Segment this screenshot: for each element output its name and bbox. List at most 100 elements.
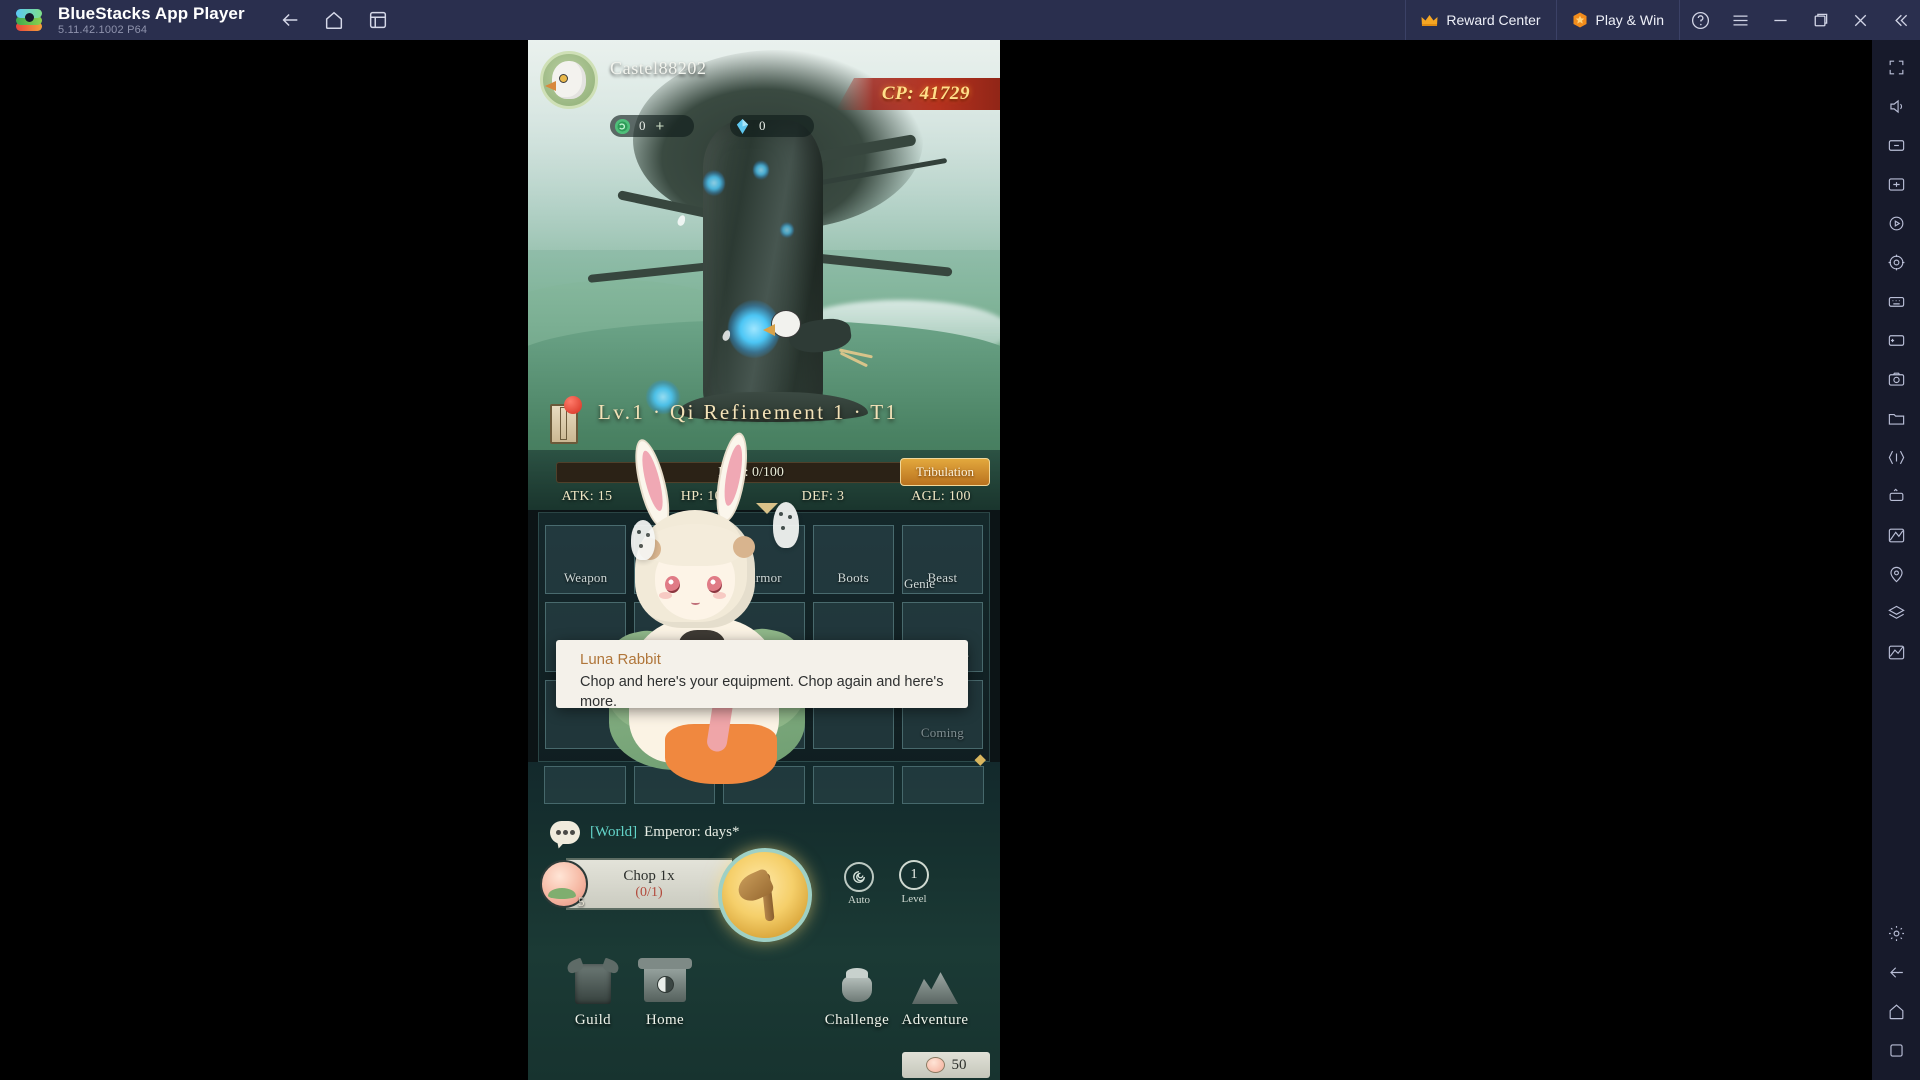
bluestacks-window: BlueStacks App Player 5.11.42.1002 P64 R… [0, 0, 1920, 1080]
sidebar-item-settings[interactable] [1876, 914, 1916, 953]
sidebar-item-multi-layer[interactable] [1876, 594, 1916, 633]
title-bar: BlueStacks App Player 5.11.42.1002 P64 R… [0, 0, 1920, 40]
sidebar-item-trim-memory[interactable] [1876, 633, 1916, 672]
sidebar-item-pin-location[interactable] [1876, 555, 1916, 594]
nav-tile-label: Home [645, 1012, 685, 1028]
equipment-slot-weapon[interactable]: Weapon [545, 525, 627, 595]
peach-currency-pill[interactable]: 50 [902, 1052, 990, 1078]
chat-bar[interactable]: [World] Emperor: days* [528, 812, 1000, 852]
cultivation-level-title: Lv.1 · Qi Refinement 1 · T1 [598, 400, 899, 424]
play-and-win-button[interactable]: Play & Win [1555, 0, 1679, 40]
sidebar-item-screenshot[interactable] [1876, 360, 1916, 399]
tutorial-dialog[interactable]: Luna Rabbit Chop and here's your equipme… [556, 640, 968, 710]
sidebar-item-macro-recorder[interactable] [1876, 282, 1916, 321]
bottom-slot-4[interactable] [812, 766, 895, 804]
chop-axe-button[interactable] [718, 848, 812, 942]
notification-dot [564, 396, 582, 414]
combat-power-banner: CP: 41729 [836, 78, 1000, 110]
adventure-icon [906, 958, 964, 1014]
sidebar-item-rpg-mode[interactable] [1876, 321, 1916, 360]
sidebar-item-back-nav[interactable] [1876, 953, 1916, 992]
equipment-slot-label: Coming [920, 725, 964, 740]
equipment-panel: Weapon Helmet Armor Boots Beast Belt Bra… [538, 512, 990, 762]
nav-tile-guild[interactable]: Guild [552, 958, 634, 1029]
panel-corner-diamond-icon: ◆ [974, 751, 986, 768]
player-hud: Castel88202 0 + 0 CP: 41729 [528, 40, 1000, 160]
level-value: 1 [899, 860, 929, 890]
bottom-slot-2[interactable] [633, 766, 716, 804]
sidebar-item-fullscreen[interactable] [1876, 48, 1916, 87]
titlebar-nav-buttons [271, 4, 397, 36]
equipment-slot-armor[interactable]: Armor [723, 525, 805, 595]
window-controls [1679, 0, 1920, 40]
sidebar-item-shake[interactable] [1876, 438, 1916, 477]
peach-currency-icon [925, 1057, 945, 1073]
sidebar-item-location[interactable] [1876, 243, 1916, 282]
reward-center-button[interactable]: Reward Center [1405, 0, 1555, 40]
guild-icon [564, 958, 622, 1014]
gold-coin-icon [614, 118, 631, 135]
equipment-slot-label: Armor [746, 570, 782, 586]
bottom-slot-3[interactable] [723, 766, 805, 804]
dialog-speaker-name: Luna Rabbit [580, 651, 661, 668]
home-button[interactable] [315, 4, 353, 36]
sidebar-item-install-apk[interactable] [1876, 165, 1916, 204]
nav-tile-adventure[interactable]: Adventure [894, 958, 976, 1029]
reward-center-label: Reward Center [1446, 12, 1541, 28]
equipment-slot-beast[interactable]: Beast [901, 525, 983, 595]
collapse-sidebar-button[interactable] [1880, 0, 1920, 40]
gold-currency[interactable]: 0 + [610, 115, 694, 137]
menu-button[interactable] [1720, 0, 1760, 40]
sidebar-item-volume[interactable] [1876, 87, 1916, 126]
tribulation-button[interactable]: Tribulation [900, 458, 990, 486]
sidebar-item-media-folder[interactable] [1876, 399, 1916, 438]
auto-button[interactable]: Auto [838, 862, 880, 912]
maximize-button[interactable] [1800, 0, 1840, 40]
close-button[interactable] [1840, 0, 1880, 40]
minimize-button[interactable] [1760, 0, 1800, 40]
chat-message: Emperor: days* [644, 823, 740, 840]
gold-add-button[interactable]: + [656, 119, 665, 134]
chop-quest-progress: (0/1) [635, 884, 663, 900]
sidebar-item-game-controls[interactable] [1876, 126, 1916, 165]
axe-icon [727, 857, 804, 934]
sidebar-item-media-manager[interactable] [1876, 204, 1916, 243]
sidebar-item-eco-mode[interactable] [1876, 516, 1916, 555]
collapse-equipment-arrow[interactable] [756, 503, 778, 514]
avatar[interactable] [540, 51, 598, 109]
sidebar-item-rotate[interactable] [1876, 477, 1916, 516]
level-label: Level [901, 893, 927, 905]
gem-currency[interactable]: 0 [730, 115, 814, 137]
bottom-slot-1[interactable] [544, 766, 626, 804]
home-sect-icon [636, 958, 694, 1014]
bottom-slot-5[interactable] [902, 766, 984, 804]
stat-hp: HP: 100 [680, 489, 730, 504]
sidebar-item-recents-nav[interactable] [1876, 1031, 1916, 1070]
equipment-slot-label: Weapon [563, 570, 608, 586]
star-hex-icon [1572, 12, 1588, 28]
exp-bar: EXP: 0/100 [556, 462, 946, 483]
stat-atk: ATK: 15 [561, 489, 613, 504]
bottom-nav-tiles: Guild Home Challenge Adventure 50 [528, 930, 1000, 1080]
back-button[interactable] [271, 4, 309, 36]
nav-tile-challenge[interactable]: Challenge [816, 958, 898, 1029]
equipment-slot-boots[interactable]: Boots [812, 525, 894, 595]
help-button[interactable] [1680, 0, 1720, 40]
level-button[interactable]: 1 Level [892, 860, 936, 912]
bottom-equipment-row [544, 766, 984, 804]
nav-tile-home[interactable]: Home [624, 958, 706, 1029]
nav-tile-label: Guild [574, 1012, 612, 1028]
multi-instance-button[interactable] [359, 4, 397, 36]
chop-quest-plate: Chop 1x (0/1) [566, 858, 732, 910]
sidebar-item-home-nav[interactable] [1876, 992, 1916, 1031]
equipment-slot-helmet[interactable]: Helmet [634, 525, 716, 595]
game-viewport[interactable]: Castel88202 0 + 0 CP: 41729 Lv.1 · Qi Re… [528, 40, 1000, 1080]
chat-channel: [World] [590, 823, 638, 840]
chop-quest-widget[interactable]: Chop 1x (0/1) 5 [540, 858, 732, 910]
app-title: BlueStacks App Player [58, 3, 245, 23]
dialog-text: Chop and here's your equipment. Chop aga… [580, 674, 944, 710]
flying-creature [763, 308, 883, 370]
app-title-group: BlueStacks App Player 5.11.42.1002 P64 [58, 4, 245, 37]
nav-tile-label: Adventure [901, 1012, 969, 1028]
stat-agl: AGL: 100 [911, 489, 971, 504]
